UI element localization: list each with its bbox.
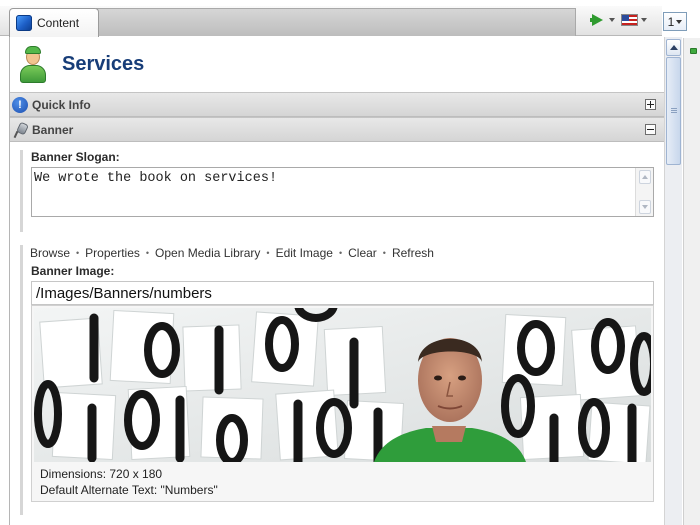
banner-slogan-value: We wrote the book on services! [34, 171, 278, 186]
expand-plus-icon[interactable] [645, 99, 656, 110]
banner-slogan-input[interactable]: We wrote the book on services! [31, 167, 654, 217]
toolbar-separator: • [266, 248, 270, 258]
tab-content[interactable]: Content [9, 8, 99, 37]
version-dropdown-chevron-icon [676, 19, 683, 24]
section-quick-info[interactable]: ! Quick Info [10, 92, 664, 117]
page-title: Services [62, 53, 145, 75]
toolbar-separator: • [76, 248, 80, 258]
toolbar-separator: • [382, 248, 386, 258]
banner-image-alt-text: Default Alternate Text: "Numbers" [40, 483, 218, 497]
clear-link[interactable]: Clear [348, 246, 377, 260]
banner-image-label: Banner Image: [31, 264, 115, 278]
language-dropdown-chevron-icon[interactable] [641, 18, 647, 22]
toolbar-separator: • [338, 248, 343, 258]
banner-picture [34, 308, 651, 462]
us-flag-language-icon[interactable] [621, 14, 638, 26]
version-selector[interactable]: 1 [663, 12, 687, 31]
scroll-up-icon[interactable] [639, 170, 651, 184]
banner-image-meta: Dimensions: 720 x 180 Default Alternate … [34, 462, 651, 501]
scroll-up-arrow-icon[interactable] [666, 39, 681, 56]
banner-slogan-label: Banner Slogan: [31, 150, 120, 164]
slogan-scrollbar[interactable] [635, 168, 653, 216]
tab-strip-empty-area [96, 8, 576, 36]
section-banner[interactable]: Banner [10, 117, 664, 142]
image-toolbar: Browse • Properties • Open Media Library… [30, 245, 654, 261]
banner-image-preview: Dimensions: 720 x 180 Default Alternate … [31, 305, 654, 502]
content-cube-icon [16, 15, 32, 31]
banner-image-path[interactable]: /Images/Banners/numbers [31, 281, 654, 305]
scroll-down-icon[interactable] [639, 200, 651, 214]
tab-tools [590, 12, 650, 28]
pin-icon [12, 122, 28, 138]
scrollbar-thumb[interactable] [666, 57, 681, 165]
page-header: Services [10, 37, 664, 92]
refresh-link[interactable]: Refresh [392, 246, 434, 260]
banner-image-dimensions: Dimensions: 720 x 180 [40, 467, 163, 481]
green-status-icon [690, 48, 697, 54]
content-editor: Services ! Quick Info Banner Banner Slog… [9, 37, 664, 525]
open-media-library-link[interactable]: Open Media Library [155, 246, 260, 260]
info-icon: ! [12, 96, 28, 113]
navigate-dropdown-chevron-icon[interactable] [609, 18, 615, 22]
tab-content-label: Content [37, 16, 80, 30]
section-banner-title: Banner [32, 122, 74, 137]
collapse-minus-icon[interactable] [645, 124, 656, 135]
banner-image[interactable] [34, 308, 651, 462]
edit-image-link[interactable]: Edit Image [276, 246, 333, 260]
toolbar-separator: • [145, 248, 150, 258]
banner-image-field: Browse • Properties • Open Media Library… [10, 217, 664, 515]
version-value: 1 [667, 14, 675, 29]
browse-link[interactable]: Browse [30, 246, 70, 260]
section-quick-info-title: Quick Info [32, 97, 91, 112]
navigate-arrow-icon[interactable] [590, 12, 606, 28]
tab-strip: Content 1 [0, 0, 700, 37]
banner-slogan-field: Banner Slogan: We wrote the book on serv… [10, 142, 664, 232]
person-icon [18, 45, 48, 84]
adjacent-panel-edge [683, 38, 700, 525]
main-scrollbar[interactable] [664, 37, 682, 525]
properties-link[interactable]: Properties [85, 246, 140, 260]
